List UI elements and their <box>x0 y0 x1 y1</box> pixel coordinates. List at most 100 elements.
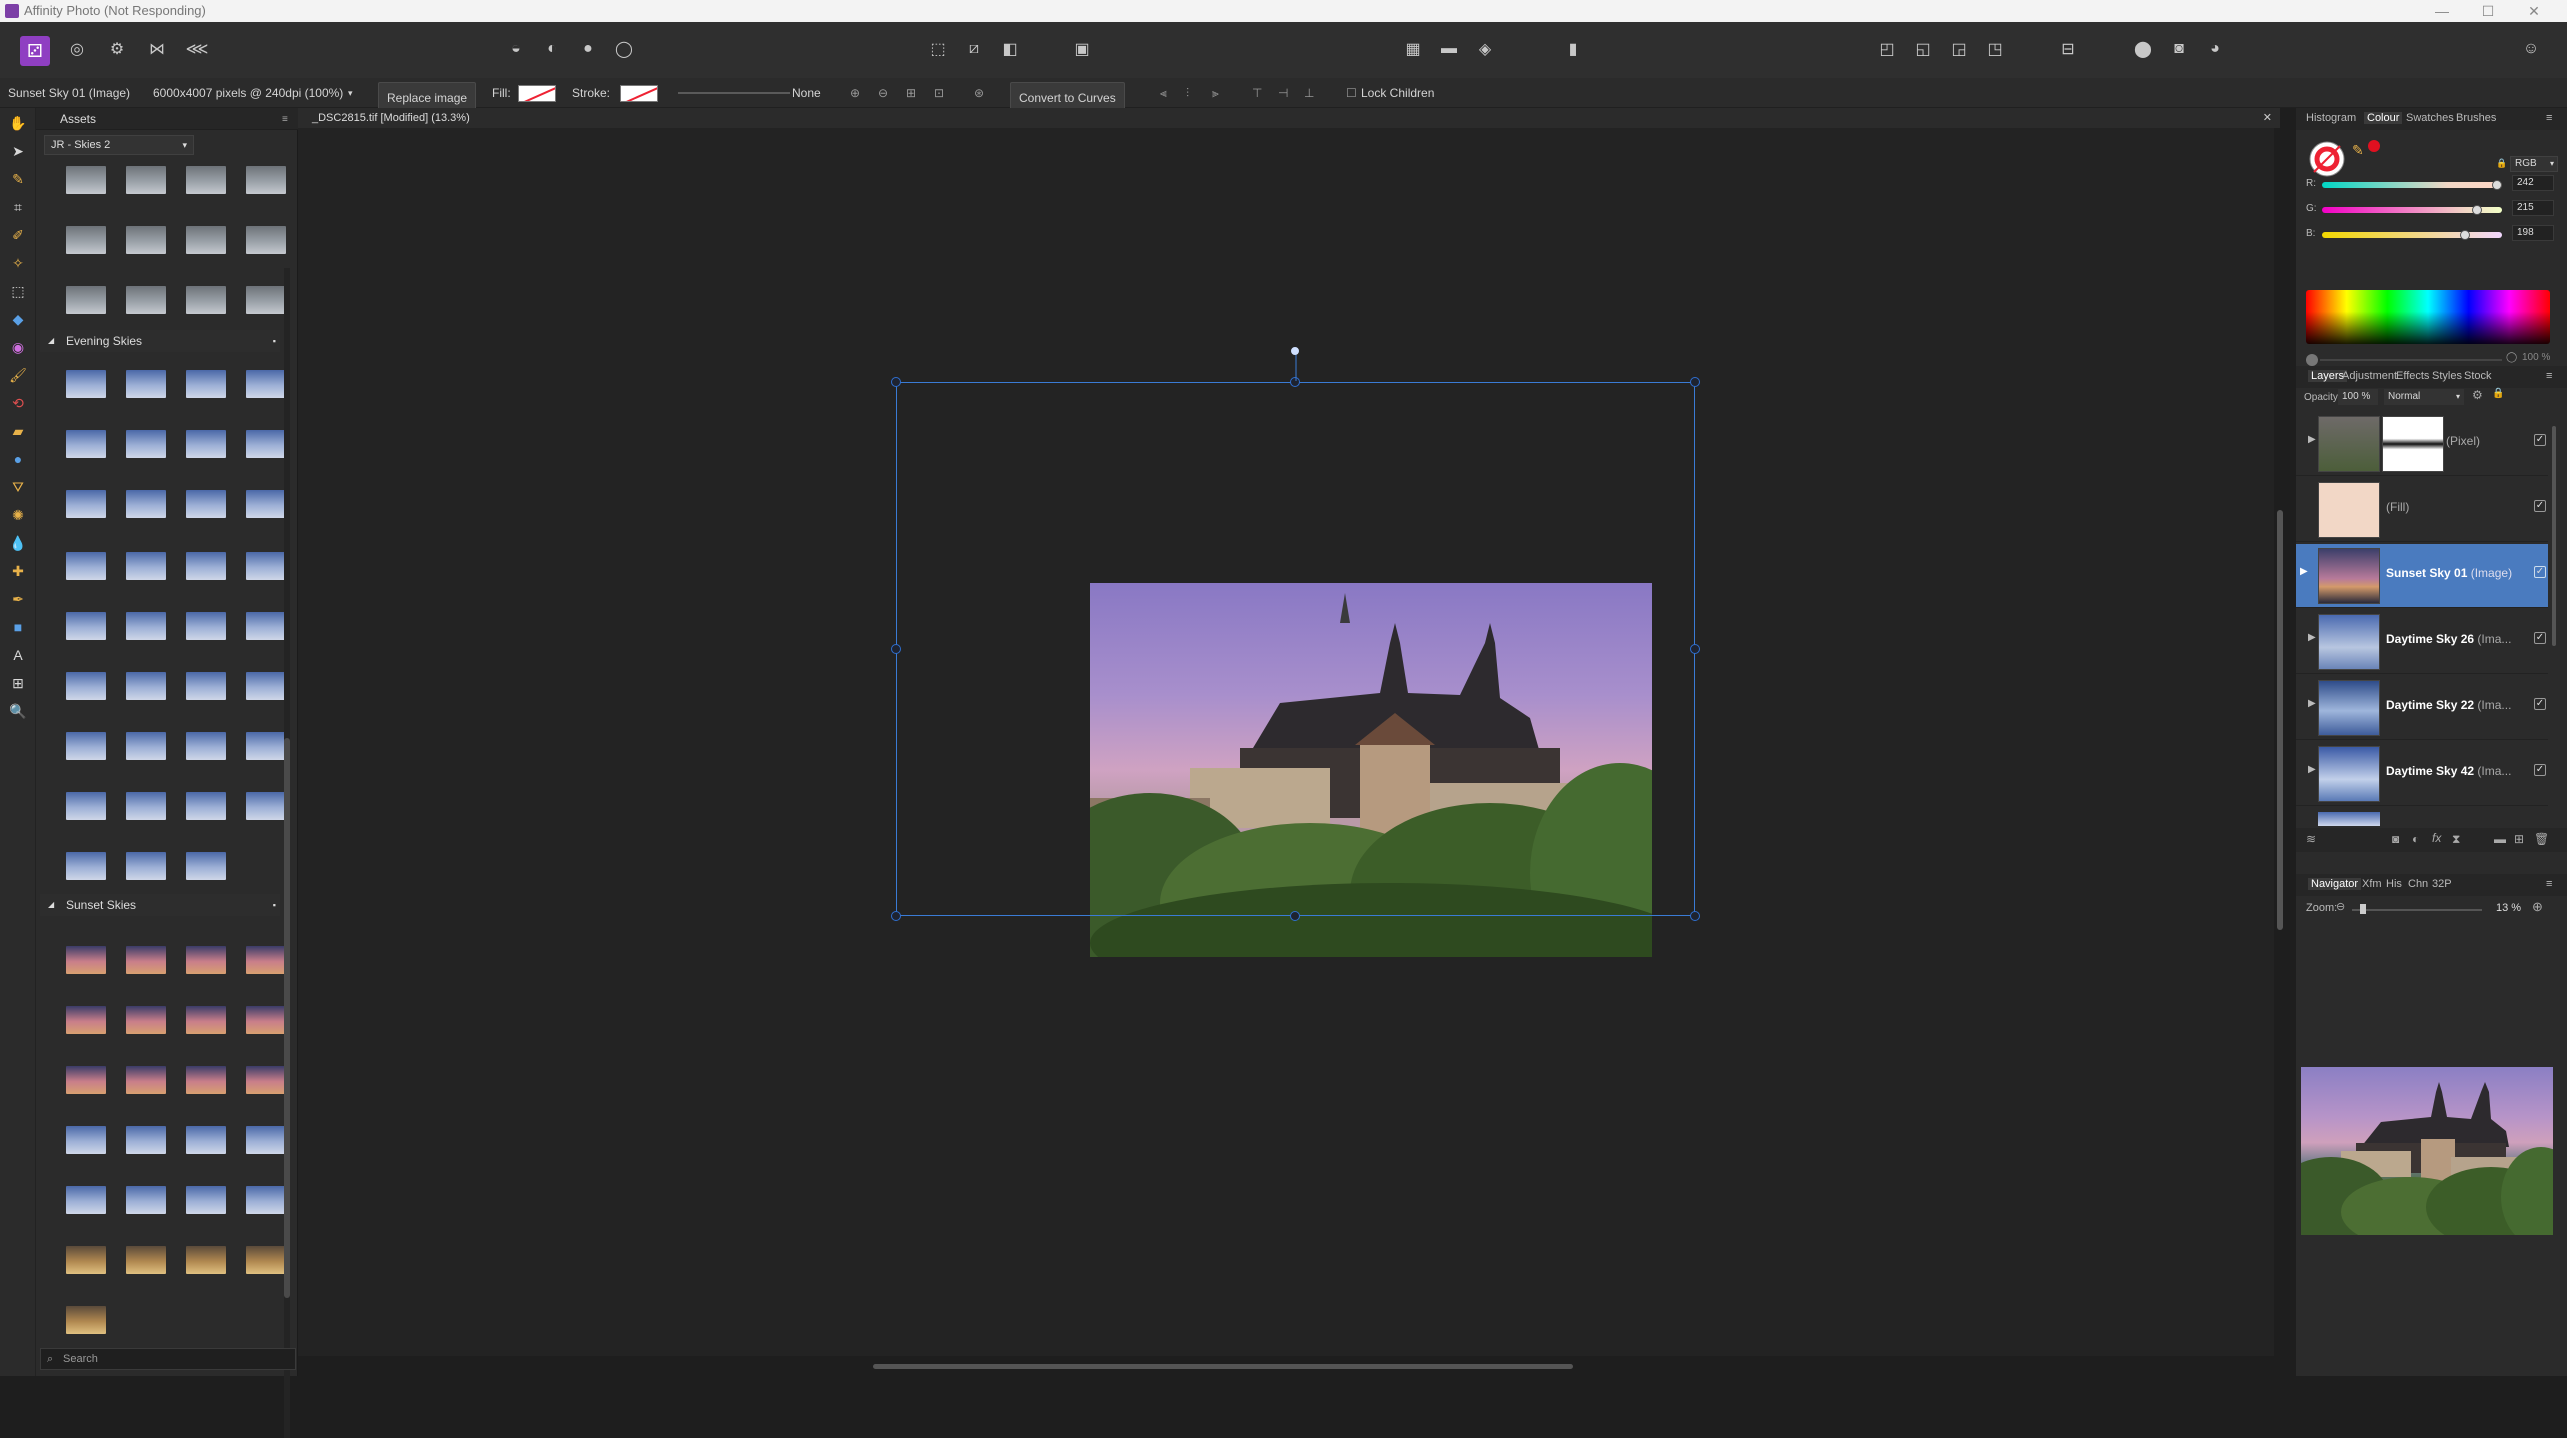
selection-brush-icon[interactable]: ✐ <box>6 224 30 246</box>
layer-info-label[interactable]: 6000x4007 pixels @ 240dpi (100%) <box>153 78 343 108</box>
move-tool-icon[interactable]: ➤ <box>6 140 30 162</box>
asset-thumbnail[interactable] <box>186 792 226 820</box>
asset-thumbnail[interactable] <box>126 732 166 760</box>
panel-menu-icon[interactable]: ≡ <box>2546 112 2552 124</box>
tab-colour[interactable]: Colour <box>2364 112 2403 124</box>
asset-thumbnail[interactable] <box>246 286 286 314</box>
asset-thumbnail[interactable] <box>246 166 286 194</box>
asset-thumbnail[interactable] <box>66 732 106 760</box>
live-filter-icon[interactable]: ⧗ <box>2452 832 2460 847</box>
lock-icon[interactable]: 🔒 <box>2496 158 2507 169</box>
asset-thumbnail[interactable] <box>246 490 286 518</box>
rotate-icon[interactable]: ⊡ <box>934 78 944 108</box>
fx-icon[interactable]: fx <box>2432 831 2441 845</box>
tab-transform[interactable]: Xfm <box>2362 878 2382 890</box>
blend-mode-dropdown[interactable]: Normal ▾ <box>2384 389 2464 405</box>
align-middle-icon[interactable]: ⊣ <box>1278 78 1288 108</box>
asset-thumbnail[interactable] <box>66 1246 106 1274</box>
layer-row-selected[interactable]: ▶ Sunset Sky 01 (Image) ✓ <box>2296 544 2548 608</box>
boolean-add-icon[interactable]: ⬤ <box>2130 36 2156 62</box>
zoom-slider-knob[interactable] <box>2360 904 2366 914</box>
g-slider-knob[interactable] <box>2472 205 2482 215</box>
minimize-icon[interactable]: — <box>2419 0 2465 22</box>
expand-arrow-icon[interactable]: ▶ <box>2300 566 2310 577</box>
color-replacement-icon[interactable]: ⟲ <box>6 392 30 414</box>
arrange-front-icon[interactable]: ◳ <box>1982 36 2008 62</box>
rotation-handle[interactable] <box>1291 347 1299 355</box>
zoom-in-icon[interactable]: ⊕ <box>2532 899 2543 915</box>
user-account-icon[interactable]: ☺ <box>2518 36 2544 62</box>
asset-thumbnail[interactable] <box>66 430 106 458</box>
reset-selection-box-icon[interactable]: ⊛ <box>974 78 984 108</box>
asset-thumbnail[interactable] <box>246 1126 286 1154</box>
arrange-backward-icon[interactable]: ◱ <box>1910 36 1936 62</box>
asset-thumbnail[interactable] <box>186 1126 226 1154</box>
asset-thumbnail[interactable] <box>66 1306 106 1334</box>
colour-model-dropdown[interactable]: RGB ▾ <box>2510 156 2558 172</box>
asset-thumbnail[interactable] <box>126 1066 166 1094</box>
marquee-icon[interactable]: ⬚ <box>925 36 951 62</box>
collapse-arrow-icon[interactable]: ◢ <box>48 330 54 352</box>
zoom-out-icon[interactable]: ⊖ <box>2336 900 2345 913</box>
assistant-icon[interactable]: ▬ <box>1436 36 1462 62</box>
align-top-icon[interactable]: ⊤ <box>1252 78 1262 108</box>
canvas-vertical-scrollbar[interactable] <box>2276 128 2284 1356</box>
blur-brush-icon[interactable]: 💧 <box>6 532 30 554</box>
zoom-slider[interactable] <box>2352 909 2482 911</box>
gear-icon[interactable]: ⚙ <box>2472 388 2483 402</box>
fill-stroke-wells[interactable] <box>2308 140 2346 178</box>
zoom-tool-icon[interactable]: 🔍 <box>6 700 30 722</box>
b-slider-knob[interactable] <box>2460 230 2470 240</box>
tab-history[interactable]: His <box>2386 878 2402 890</box>
tab-brushes[interactable]: Brushes <box>2456 112 2496 124</box>
flood-fill-icon[interactable]: ◆ <box>6 308 30 330</box>
invert-selection-icon[interactable]: ◧ <box>997 36 1023 62</box>
stroke-swatch[interactable] <box>620 85 658 102</box>
asset-thumbnail[interactable] <box>246 612 286 640</box>
assets-scrollbar[interactable] <box>284 268 290 1438</box>
tab-navigator[interactable]: Navigator <box>2308 878 2362 890</box>
erase-brush-icon[interactable]: ▰ <box>6 420 30 442</box>
asset-thumbnail[interactable] <box>186 286 226 314</box>
deselect-icon[interactable]: ⧄ <box>961 36 987 62</box>
asset-thumbnail[interactable] <box>126 226 166 254</box>
boolean-intersect-icon[interactable]: ◕ <box>2202 36 2228 62</box>
tab-32bit-preview[interactable]: 32P <box>2432 878 2452 890</box>
asset-thumbnail[interactable] <box>126 286 166 314</box>
asset-thumbnail[interactable] <box>186 612 226 640</box>
gradient-tool-icon[interactable]: ◉ <box>6 336 30 358</box>
layer-row[interactable]: ▶ (Pixel) ✓ <box>2296 412 2548 476</box>
asset-thumbnail[interactable] <box>246 946 286 974</box>
view-tool-icon[interactable]: ✋ <box>6 112 30 134</box>
asset-thumbnail[interactable] <box>66 792 106 820</box>
asset-thumbnail[interactable] <box>126 1186 166 1214</box>
mesh-warp-icon[interactable]: ⊞ <box>6 672 30 694</box>
delete-layer-icon[interactable]: 🗑 <box>2534 832 2549 846</box>
resize-handle-top-right[interactable] <box>1690 377 1700 387</box>
boolean-subtract-icon[interactable]: ◙ <box>2166 36 2192 62</box>
expand-arrow-icon[interactable]: ▶ <box>2308 698 2318 709</box>
asset-thumbnail[interactable] <box>66 166 106 194</box>
layer-visibility-checkbox[interactable]: ✓ <box>2534 764 2546 776</box>
navigator-preview[interactable] <box>2301 1067 2553 1235</box>
selection-bounding-box[interactable] <box>896 382 1695 916</box>
auto-white-balance-icon[interactable]: ◯ <box>611 36 637 62</box>
expand-arrow-icon[interactable]: ▶ <box>2308 632 2318 643</box>
asset-thumbnail[interactable] <box>126 166 166 194</box>
asset-thumbnail[interactable] <box>126 552 166 580</box>
export-persona-icon[interactable]: ⋘ <box>184 36 210 62</box>
asset-thumbnail[interactable] <box>126 672 166 700</box>
panel-menu-icon[interactable]: ≡ <box>2546 878 2552 890</box>
b-value-field[interactable]: 198 <box>2512 225 2554 241</box>
maximize-icon[interactable]: ☐ <box>2465 0 2511 22</box>
asset-thumbnail[interactable] <box>126 946 166 974</box>
transform-origin-icon[interactable]: ⊕ <box>850 78 860 108</box>
asset-thumbnail[interactable] <box>66 552 106 580</box>
asset-thumbnail[interactable] <box>66 226 106 254</box>
fill-swatch[interactable] <box>518 85 556 102</box>
layer-visibility-checkbox[interactable]: ✓ <box>2534 566 2546 578</box>
asset-thumbnail[interactable] <box>186 852 226 880</box>
section-menu-icon[interactable]: ▪ <box>273 894 276 916</box>
clone-brush-icon[interactable]: ⛛ <box>6 476 30 498</box>
expand-arrow-icon[interactable]: ▶ <box>2308 434 2318 445</box>
